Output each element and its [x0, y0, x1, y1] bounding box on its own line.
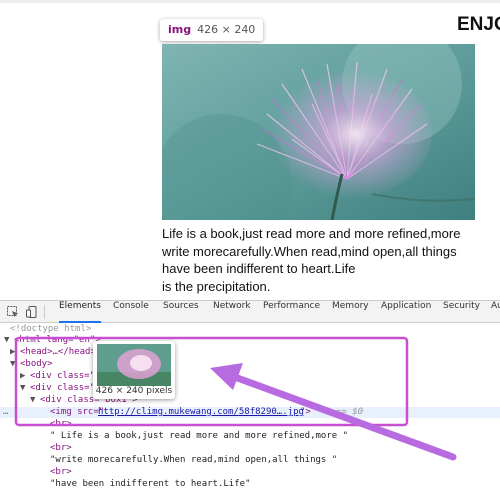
collapse-triangle-icon[interactable]: ▼ — [30, 395, 35, 406]
img-src-link[interactable]: http://climg.mukewang.com/58f8290….jpg — [98, 407, 304, 418]
br-tag: <br> — [50, 419, 72, 429]
tab-security[interactable]: Security — [443, 301, 480, 323]
dom-tree: <!doctype html> ▼ <html lang="en"> ▶ <he… — [0, 323, 500, 492]
paragraph-line: Life is a book,just read more and more r… — [162, 226, 461, 241]
dom-line-selected[interactable]: … <img src=" http://climg.mukewang.com/5… — [0, 407, 500, 418]
element-hover-tooltip: img 426 × 240 — [160, 19, 264, 41]
dom-line[interactable]: ▶ <head>…</head> — [0, 347, 500, 358]
dom-line[interactable]: ▶ <div class=" — [0, 371, 500, 382]
dom-line[interactable]: <br> — [0, 419, 500, 430]
dom-line[interactable]: " Life is a book,just read more and more… — [0, 431, 500, 442]
gutter-dots: … — [3, 407, 9, 417]
tab-overflow[interactable]: Au — [491, 301, 500, 323]
dom-line[interactable]: <br> — [0, 467, 500, 478]
text-node: "have been indifferent to heart.Life" — [50, 479, 251, 489]
tab-performance[interactable]: Performance — [263, 301, 320, 323]
dom-line[interactable]: ▼ <body> — [0, 359, 500, 370]
page-heading: ENJO — [457, 14, 500, 35]
paragraph-line: is the precipitation. — [162, 278, 271, 294]
br-tag: <br> — [50, 443, 72, 453]
image-preview-thumbnail — [97, 344, 171, 386]
tab-console[interactable]: Console — [113, 301, 149, 323]
img-tag-open: <img src=" — [50, 407, 105, 417]
collapse-triangle-icon[interactable]: ▼ — [10, 359, 15, 370]
dom-line[interactable]: ▼ <div class=" — [0, 383, 500, 394]
collapse-triangle-icon[interactable]: ▼ — [20, 383, 25, 394]
html-tag: <html lang="en"> — [14, 335, 101, 345]
paragraph-line: write morecarefully.When read,mind open,… — [162, 243, 457, 259]
dom-line[interactable]: ▼ <div class="box1"> — [0, 395, 500, 406]
selected-marker: == $0 — [336, 407, 364, 417]
tab-network[interactable]: Network — [213, 301, 251, 323]
img-tag-close: "> — [300, 407, 311, 417]
tab-memory[interactable]: Memory — [332, 301, 369, 323]
dom-line[interactable]: "write morecarefully.When read,mind open… — [0, 455, 500, 466]
device-toggle-icon[interactable] — [25, 305, 39, 319]
devtools-panel: Elements Console Sources Network Perform… — [0, 300, 500, 492]
image-preview-caption: 426 × 240 pixels — [95, 386, 173, 396]
dom-line[interactable]: "have been indifferent to heart.Life" — [0, 479, 500, 490]
div-tag: <div class=" — [30, 371, 96, 381]
text-node: " Life is a book,just read more and more… — [50, 431, 349, 441]
dom-line[interactable]: ▼ <html lang="en"> — [0, 335, 500, 346]
paragraph-line: have been indifferent to heart.Life — [162, 261, 356, 276]
dom-line[interactable]: <br> — [0, 443, 500, 454]
head-tag: <head>…</head> — [20, 347, 96, 357]
inspect-icon[interactable] — [6, 305, 20, 319]
hero-image — [162, 44, 475, 220]
tooltip-size: 426 × 240 — [197, 23, 256, 36]
tooltip-tag: img — [168, 23, 192, 36]
page-preview: ENJO img 426 × 240 — [0, 0, 500, 300]
div-tag: <div class=" — [30, 383, 96, 393]
expand-triangle-icon[interactable]: ▶ — [10, 347, 15, 358]
br-tag: <br> — [50, 467, 72, 477]
page-paragraph: Life is a book,just read more and more r… — [162, 225, 482, 295]
tab-sources[interactable]: Sources — [163, 301, 199, 323]
tab-application[interactable]: Application — [381, 301, 431, 323]
image-preview-popup: 426 × 240 pixels — [93, 341, 175, 399]
collapse-triangle-icon[interactable]: ▼ — [4, 335, 9, 346]
doctype: <!doctype html> — [10, 324, 92, 334]
expand-triangle-icon[interactable]: ▶ — [20, 371, 25, 382]
tab-elements[interactable]: Elements — [59, 301, 101, 323]
devtools-toolbar: Elements Console Sources Network Perform… — [0, 301, 500, 323]
top-strip — [0, 0, 500, 3]
body-tag: <body> — [20, 359, 53, 369]
toolbar-separator — [44, 305, 45, 319]
text-node: "write morecarefully.When read,mind open… — [50, 455, 338, 465]
dom-line[interactable]: <!doctype html> — [0, 324, 500, 335]
